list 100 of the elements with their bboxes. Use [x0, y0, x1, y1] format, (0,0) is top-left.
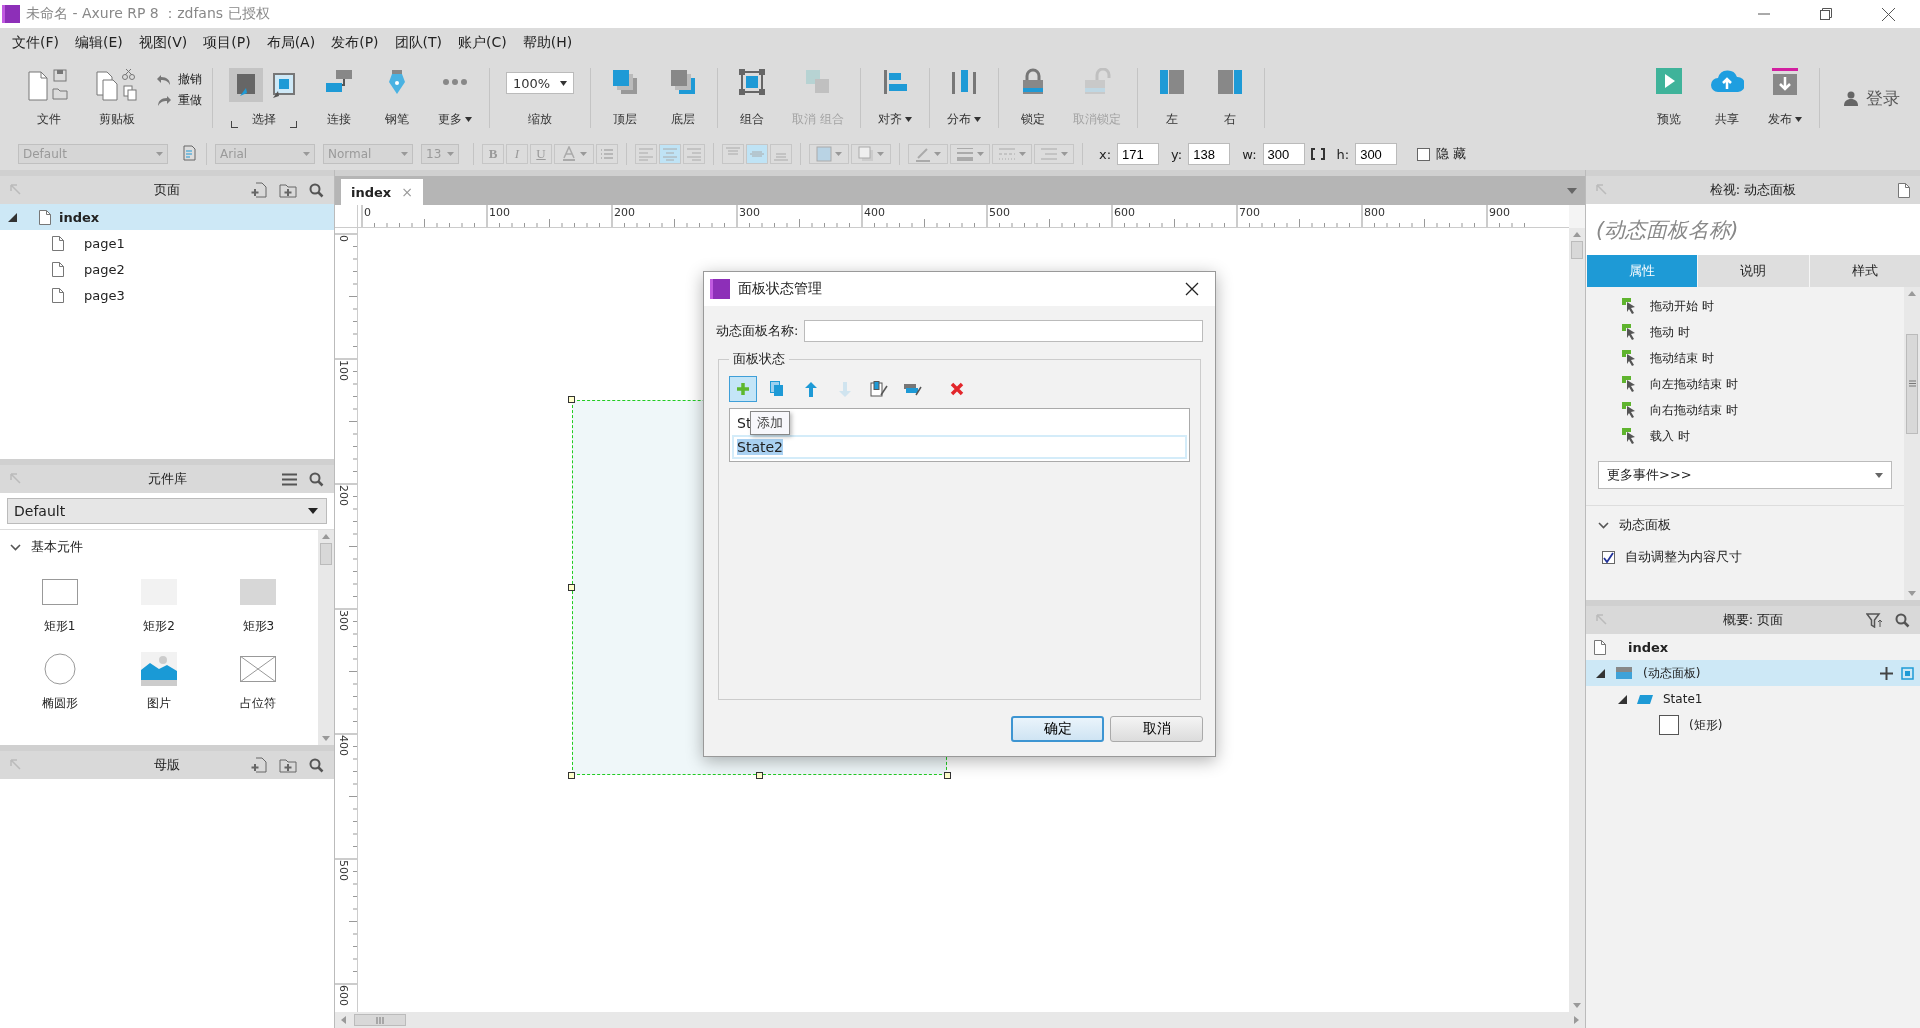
menu-item[interactable]: 编辑(E)	[67, 34, 131, 52]
share-button[interactable]: 共享	[1703, 68, 1751, 128]
vertical-scrollbar[interactable]	[1569, 228, 1585, 1012]
page-item[interactable]: page2	[0, 256, 334, 282]
arrow-down-icon[interactable]	[1908, 591, 1916, 596]
group-button[interactable]: 组合	[728, 68, 776, 128]
back-button[interactable]: 底层	[659, 68, 707, 128]
menu-item[interactable]: 发布(P)	[323, 34, 387, 52]
outline-item[interactable]: (动态面板)	[1586, 660, 1920, 686]
pen-button[interactable]: 钢笔	[373, 68, 421, 128]
menu-item[interactable]: 文件(F)	[4, 34, 67, 52]
menu-item[interactable]: 团队(T)	[386, 34, 451, 52]
widget-label[interactable]: 占位符	[240, 695, 277, 712]
add-folder-icon[interactable]	[279, 182, 297, 198]
event-item[interactable]: 拖动结束 时	[1622, 345, 1904, 371]
menu-icon[interactable]	[282, 472, 297, 486]
library-dropdown[interactable]: Default	[7, 498, 327, 524]
more-events-dropdown[interactable]: 更多事件>>>	[1598, 461, 1892, 489]
document-tab[interactable]: index ×	[341, 179, 423, 205]
restore-icon[interactable]	[1820, 7, 1832, 20]
widget-label[interactable]: 图片	[147, 695, 171, 712]
scrollbar-thumb[interactable]	[320, 543, 332, 565]
page-item[interactable]: index	[0, 204, 334, 230]
close-icon[interactable]	[1882, 7, 1895, 21]
menu-item[interactable]: 视图(V)	[130, 34, 196, 52]
event-item[interactable]: 拖动 时	[1622, 319, 1904, 345]
inspector-tab[interactable]: 说明	[1697, 255, 1809, 287]
widget-label[interactable]: 矩形2	[143, 618, 175, 635]
menu-item[interactable]: 布局(A)	[258, 34, 324, 52]
outline-page-item[interactable]: index	[1586, 634, 1920, 660]
preview-button[interactable]: 预览	[1645, 68, 1693, 128]
close-icon[interactable]	[1185, 282, 1199, 296]
event-item[interactable]: 载入 时	[1622, 423, 1904, 449]
login-button[interactable]: 登录	[1819, 68, 1920, 128]
outline-item[interactable]: State1	[1586, 686, 1920, 712]
undo-button[interactable]: 撤销	[156, 71, 202, 88]
select-frame-icon[interactable]	[1901, 666, 1914, 680]
menu-item[interactable]: 账户(C)	[450, 34, 515, 52]
add-button[interactable]	[729, 376, 757, 402]
arrow-right-icon[interactable]	[1574, 1016, 1579, 1024]
connect-button[interactable]: 连接	[315, 68, 363, 128]
panel-name-field[interactable]	[804, 320, 1203, 342]
chevron-icon[interactable]	[10, 543, 21, 551]
more-button[interactable]: 更多	[431, 68, 479, 128]
search-icon[interactable]	[309, 471, 324, 487]
collapse-arrow-icon[interactable]	[8, 212, 17, 222]
add-folder-icon[interactable]	[279, 757, 297, 773]
vertical-scrollbar[interactable]	[1904, 287, 1920, 600]
widget-name-field[interactable]: (动态面板名称)	[1586, 204, 1920, 255]
chevron-icon[interactable]	[1598, 521, 1609, 529]
arrow-down-icon[interactable]	[322, 736, 330, 741]
scrollbar-thumb[interactable]	[1571, 241, 1583, 259]
arrow-up-icon[interactable]	[322, 534, 330, 539]
collapse-arrow-icon[interactable]	[1618, 694, 1627, 704]
checkbox[interactable]	[1602, 550, 1615, 564]
add-icon[interactable]	[1880, 666, 1893, 680]
outline-item[interactable]: (矩形)	[1586, 712, 1920, 738]
widget-label[interactable]: 矩形1	[43, 618, 76, 635]
widget-label[interactable]: 矩形3	[242, 618, 275, 635]
ok-button[interactable]: 确定	[1011, 716, 1104, 742]
section-header[interactable]: 动态面板	[1598, 516, 1892, 534]
arrow-down-icon[interactable]	[1573, 1003, 1581, 1008]
event-item[interactable]: 向左拖动结束 时	[1622, 371, 1904, 397]
zoom-dropdown[interactable]: 100%	[506, 72, 574, 94]
arrow-up-icon[interactable]	[1908, 291, 1916, 296]
add-page-icon[interactable]	[251, 757, 267, 773]
inspector-tab[interactable]: 样式	[1808, 255, 1920, 287]
state-item[interactable]: State2	[732, 435, 1187, 459]
clipboard-button[interactable]: 剪贴板	[88, 68, 146, 128]
scrollbar-thumb[interactable]	[354, 1014, 406, 1026]
widget-label[interactable]: 椭圆形	[41, 695, 78, 712]
filter-icon[interactable]	[1866, 612, 1883, 628]
event-item[interactable]: 向右拖动结束 时	[1622, 397, 1904, 423]
event-item[interactable]: 拖动开始 时	[1622, 293, 1904, 319]
horizontal-scrollbar[interactable]	[335, 1012, 1585, 1028]
distribute-button[interactable]: 分布	[939, 68, 988, 128]
section-header[interactable]: 基本元件	[10, 538, 308, 556]
scrollbar-thumb[interactable]	[1906, 333, 1918, 434]
vertical-scrollbar[interactable]	[318, 530, 334, 745]
arrow-up-icon[interactable]	[1573, 232, 1581, 237]
menu-item[interactable]: 帮助(H)	[514, 34, 581, 52]
right-button[interactable]: 右	[1205, 68, 1254, 128]
redo-button[interactable]: 重做	[156, 92, 202, 109]
search-icon[interactable]	[309, 182, 324, 198]
file-button[interactable]: 文件	[20, 68, 78, 128]
page-item[interactable]: page3	[0, 282, 334, 308]
search-icon[interactable]	[309, 757, 324, 773]
lock-button[interactable]: 锁定	[1008, 68, 1057, 128]
arrow-left-icon[interactable]	[341, 1016, 346, 1024]
select-tool-label[interactable]: 选择	[252, 111, 276, 128]
page-item[interactable]: page1	[0, 230, 334, 256]
cancel-button[interactable]: 取消	[1110, 716, 1203, 742]
align-button[interactable]: 对齐	[870, 68, 919, 128]
front-button[interactable]: 顶层	[601, 68, 649, 128]
left-button[interactable]: 左	[1147, 68, 1196, 128]
publish-button[interactable]: 发布	[1761, 68, 1809, 128]
search-icon[interactable]	[1895, 612, 1910, 628]
collapse-arrow-icon[interactable]	[1596, 668, 1605, 678]
menu-item[interactable]: 项目(P)	[195, 34, 259, 52]
caret-icon[interactable]	[1567, 187, 1577, 194]
